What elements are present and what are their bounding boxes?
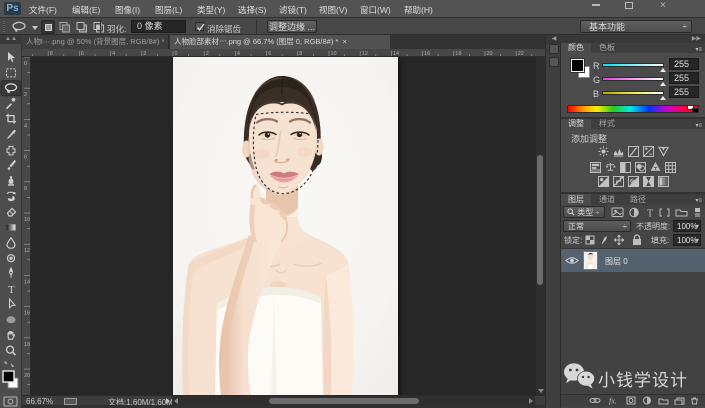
svg-text:4: 4: [24, 123, 27, 129]
svg-text:14: 14: [24, 279, 30, 285]
svg-text:T: T: [647, 209, 653, 219]
svg-text:6: 6: [24, 155, 27, 161]
svg-text:10: 10: [24, 217, 30, 223]
svg-text:18: 18: [24, 342, 30, 348]
svg-text:8: 8: [24, 186, 27, 192]
svg-text:fx.: fx.: [609, 397, 617, 406]
svg-text:16: 16: [24, 311, 30, 317]
svg-text:2: 2: [24, 92, 27, 98]
svg-text:T: T: [8, 284, 15, 296]
svg-text:20: 20: [24, 373, 30, 379]
svg-text:12: 12: [24, 248, 30, 254]
svg-text:0: 0: [24, 61, 27, 67]
